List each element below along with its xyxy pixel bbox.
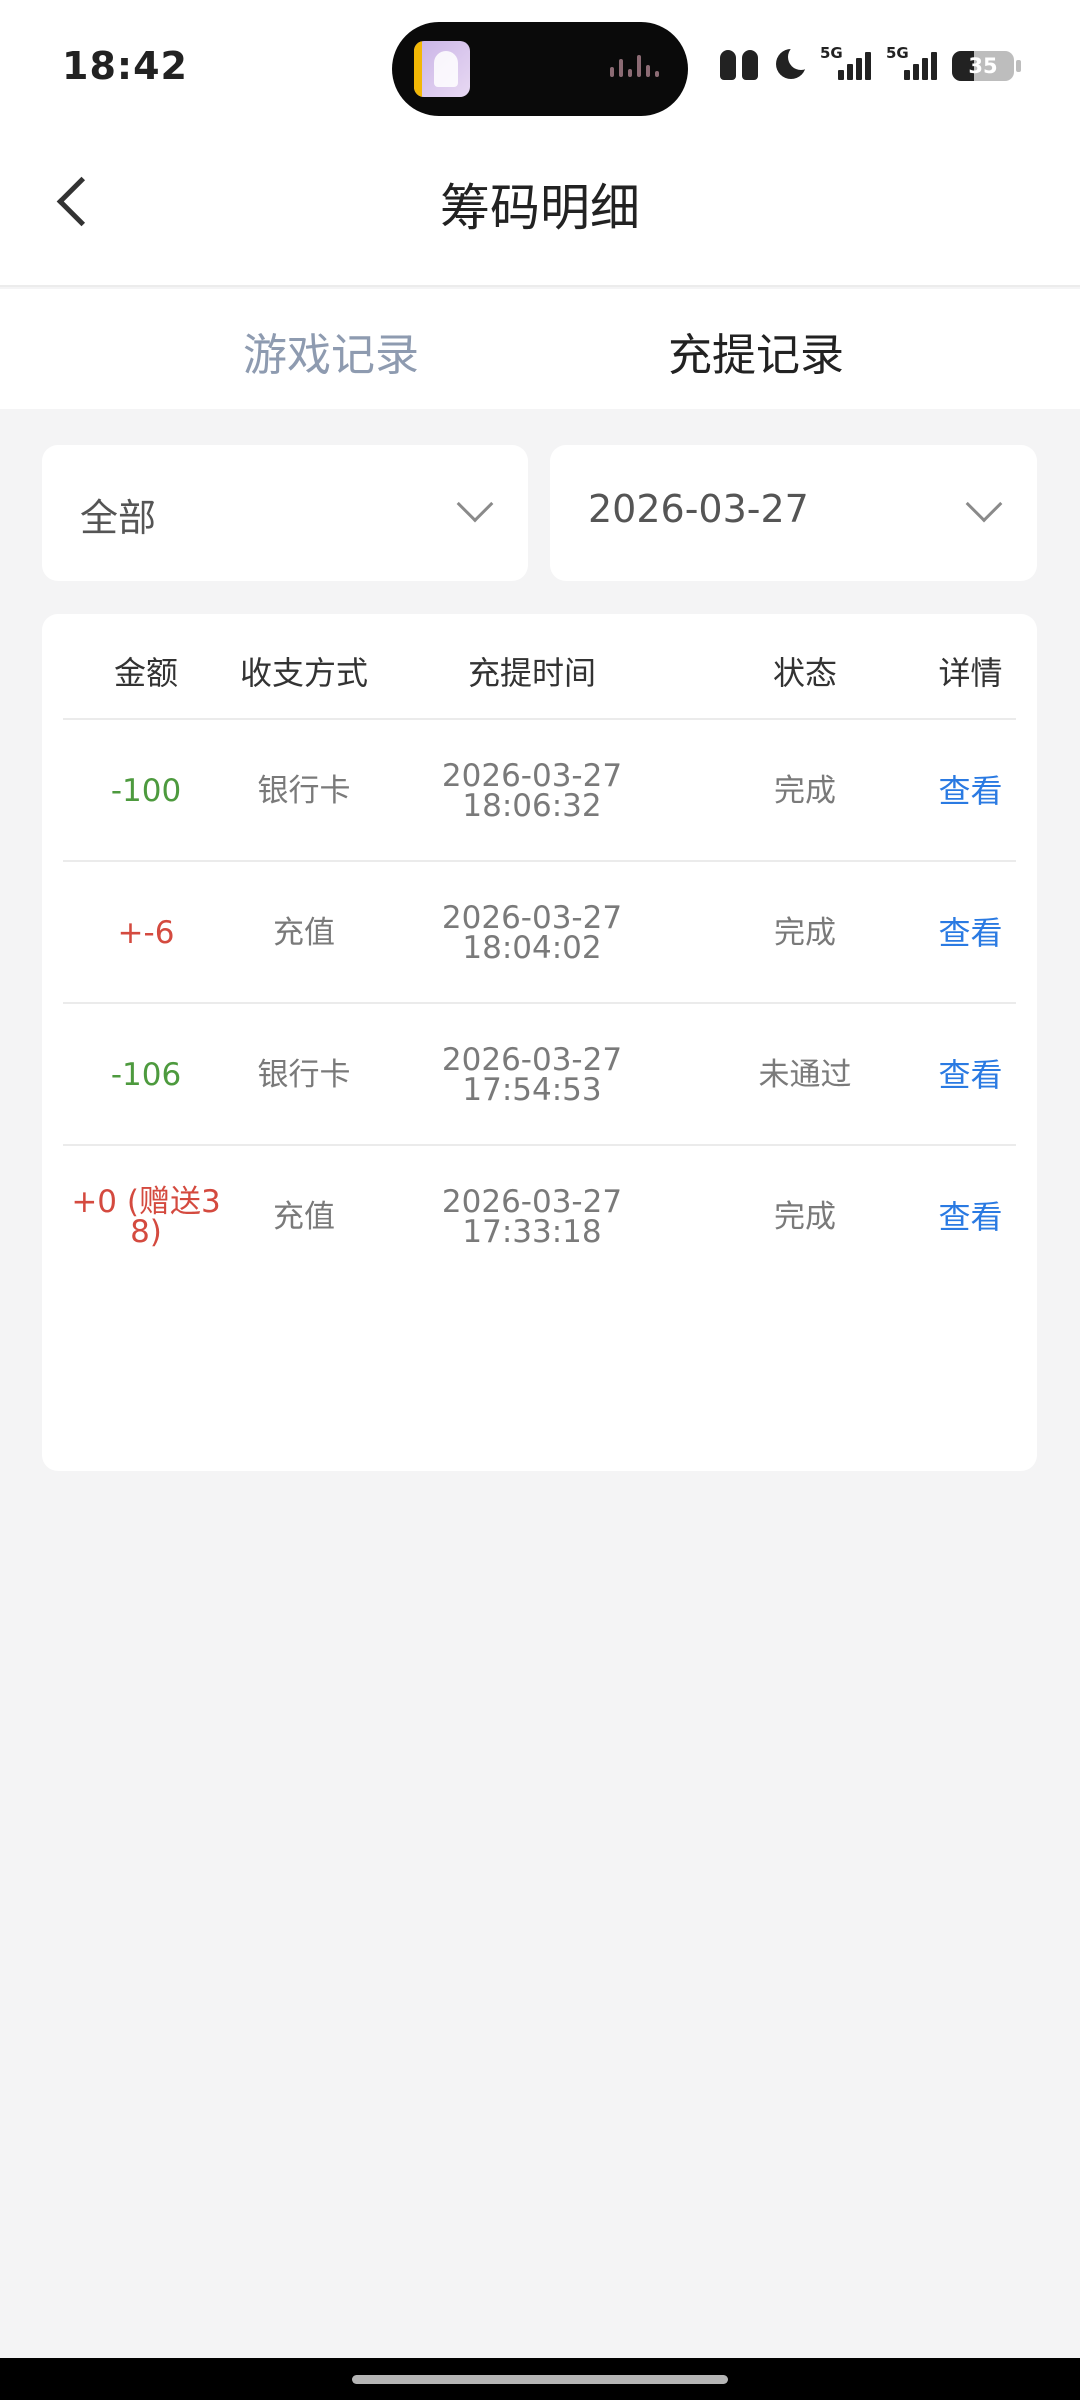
amount-cell: -100 <box>110 773 182 809</box>
time-cell: 2026-03-27 18:06:32 <box>379 720 685 862</box>
tab-game-records[interactable]: 游戏记录 <box>243 319 419 383</box>
chevron-down-icon <box>456 485 494 523</box>
battery-percent: 35 <box>968 54 998 78</box>
view-detail-link[interactable]: 查看 <box>925 1146 1016 1288</box>
network-type-label: 5G <box>820 44 843 62</box>
time-text: 17:54:53 <box>462 1072 602 1108</box>
view-detail-link[interactable]: 查看 <box>925 862 1016 1004</box>
app-header: 筹码明细 <box>0 130 1080 287</box>
amount-cell: -106 <box>110 1057 182 1093</box>
column-header-detail: 详情 <box>938 654 1003 692</box>
status-icons: 5G 5G 35 <box>716 44 1022 84</box>
table-row: +0 (赠送3 8) 充值 2026-03-27 17:33:18 完成 查看 <box>63 1146 1016 1288</box>
type-filter-dropdown[interactable]: 全部 <box>42 445 528 581</box>
date-text: 2026-03-27 <box>441 900 623 936</box>
time-cell: 2026-03-27 17:54:53 <box>379 1004 685 1146</box>
method-cell: 银行卡 <box>257 773 351 809</box>
tab-deposit-withdraw-records[interactable]: 充提记录 <box>668 319 844 383</box>
now-playing-artwork <box>414 41 470 97</box>
chevron-down-icon <box>965 485 1003 523</box>
status-cell: 完成 <box>774 915 836 951</box>
do-not-disturb-icon <box>772 44 814 84</box>
column-header-time: 充提时间 <box>467 654 596 692</box>
column-header-status: 状态 <box>772 654 837 692</box>
status-bar: 18:42 5G 5G 35 <box>0 0 1080 130</box>
status-time: 18:42 <box>62 44 188 88</box>
dynamic-island[interactable] <box>392 22 688 116</box>
date-filter-dropdown[interactable]: 2026-03-27 <box>550 445 1037 581</box>
record-tabs: 游戏记录 充提记录 <box>0 289 1080 409</box>
date-text: 2026-03-27 <box>441 758 623 794</box>
amount-text-line1: +0 (赠送3 <box>71 1184 221 1220</box>
date-text: 2026-03-27 <box>441 1042 623 1078</box>
home-indicator[interactable] <box>352 2375 728 2384</box>
amount-cell: +0 (赠送3 8) <box>63 1146 229 1288</box>
signal-icon-sim1: 5G <box>820 44 876 84</box>
earbuds-icon <box>716 44 762 84</box>
amount-text-line2: 8) <box>130 1214 162 1250</box>
signal-icon-sim2: 5G <box>886 44 942 84</box>
table-row: -100 银行卡 2026-03-27 18:06:32 完成 查看 <box>63 720 1016 862</box>
date-filter-value: 2026-03-27 <box>588 487 809 531</box>
method-cell: 银行卡 <box>257 1057 351 1093</box>
time-text: 17:33:18 <box>462 1214 602 1250</box>
table-row: +-6 充值 2026-03-27 18:04:02 完成 查看 <box>63 862 1016 1004</box>
type-filter-value: 全部 <box>80 496 157 540</box>
table-row: -106 银行卡 2026-03-27 17:54:53 未通过 查看 <box>63 1004 1016 1146</box>
status-cell: 完成 <box>774 1199 836 1235</box>
network-type-label: 5G <box>886 44 909 62</box>
column-header-method: 收支方式 <box>239 654 368 692</box>
time-cell: 2026-03-27 18:04:02 <box>379 862 685 1004</box>
column-header-amount: 金额 <box>113 654 178 692</box>
date-text: 2026-03-27 <box>441 1184 623 1220</box>
time-cell: 2026-03-27 17:33:18 <box>379 1146 685 1288</box>
view-detail-link[interactable]: 查看 <box>925 1004 1016 1146</box>
amount-cell: +-6 <box>117 915 175 951</box>
page-title: 筹码明细 <box>440 179 640 237</box>
status-cell: 完成 <box>774 773 836 809</box>
method-cell: 充值 <box>273 915 335 951</box>
status-cell: 未通过 <box>758 1057 852 1093</box>
battery-icon: 35 <box>952 44 1022 84</box>
method-cell: 充值 <box>273 1199 335 1235</box>
navigation-bar <box>0 2358 1080 2400</box>
view-detail-link[interactable]: 查看 <box>925 720 1016 862</box>
time-text: 18:04:02 <box>462 930 602 966</box>
audio-wave-icon <box>610 55 660 82</box>
time-text: 18:06:32 <box>462 788 602 824</box>
screen: 18:42 5G 5G 35 筹码明细 游戏记录 充提记录 全部 2026-03… <box>0 0 1080 2400</box>
records-table: 金额 收支方式 充提时间 状态 详情 -100 银行卡 2026-03-27 1… <box>42 614 1037 1471</box>
